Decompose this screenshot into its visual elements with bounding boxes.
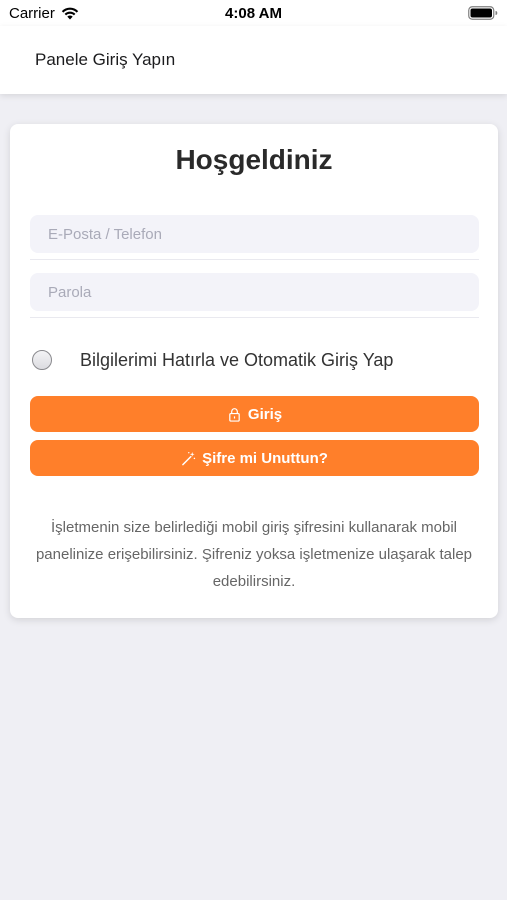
remember-me-label: Bilgilerimi Hatırla ve Otomatik Giriş Ya…: [80, 349, 394, 370]
page-title: Panele Giriş Yapın: [35, 50, 176, 69]
forgot-password-button[interactable]: Şifre mi Unuttun?: [30, 440, 479, 476]
login-button-label: Giriş: [247, 405, 283, 423]
welcome-title: Hoşgeldiniz: [175, 144, 333, 175]
divider: [30, 259, 479, 260]
status-bar: Carrier 4:08 AM: [0, 0, 507, 26]
login-button[interactable]: Giriş: [30, 396, 479, 432]
remember-me-row[interactable]: Bilgilerimi Hatırla ve Otomatik Giriş Ya…: [30, 346, 479, 374]
remember-me-radio[interactable]: [32, 350, 52, 370]
email-phone-input[interactable]: [30, 215, 479, 253]
lock-icon: [229, 407, 240, 422]
navigation-bar: Panele Giriş Yapın: [0, 26, 507, 94]
info-text: İşletmenin size belirlediği mobil giriş …: [35, 519, 473, 590]
login-card: Hoşgeldiniz Bilgilerimi Hatırla ve Otoma…: [10, 124, 498, 618]
divider: [30, 317, 479, 318]
battery-icon: [468, 6, 498, 20]
status-time: 4:08 AM: [225, 5, 282, 22]
password-input[interactable]: [30, 273, 479, 311]
forgot-password-label: Şifre mi Unuttun?: [202, 449, 328, 467]
magic-wand-icon: [182, 451, 196, 465]
